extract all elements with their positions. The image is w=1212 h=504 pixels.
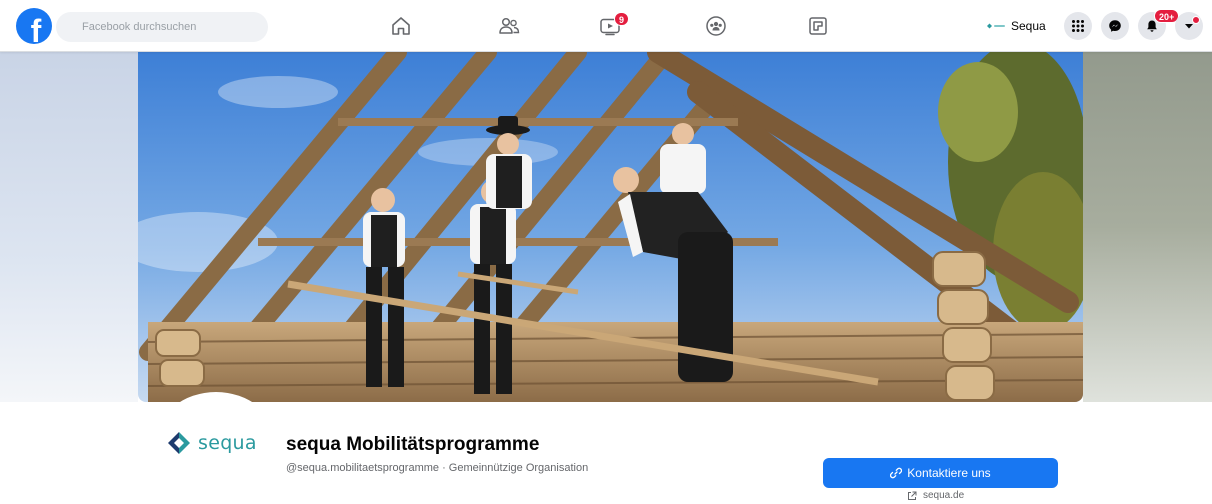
cover-blur-right bbox=[1083, 52, 1212, 402]
messenger-button[interactable] bbox=[1101, 12, 1129, 40]
gaming-icon bbox=[809, 17, 827, 35]
sequa-mini-logo bbox=[987, 23, 1005, 29]
nav-gaming[interactable] bbox=[806, 14, 830, 38]
website-link[interactable]: sequa.de bbox=[907, 490, 964, 501]
sequa-logo-text: sequa bbox=[198, 432, 257, 454]
contact-button[interactable]: Kontaktiere uns bbox=[823, 458, 1058, 488]
cover-photo-image bbox=[138, 52, 1083, 402]
home-icon bbox=[392, 17, 410, 35]
sequa-diamond-icon bbox=[168, 432, 190, 454]
watch-badge: 9 bbox=[614, 12, 630, 26]
nav-friends[interactable] bbox=[497, 14, 521, 38]
account-alert-dot bbox=[1192, 16, 1200, 24]
cover-photo[interactable] bbox=[138, 52, 1083, 402]
website-label: sequa.de bbox=[923, 490, 965, 501]
nav-home[interactable] bbox=[389, 14, 413, 38]
facebook-logo[interactable]: f bbox=[16, 8, 52, 44]
grid-menu-icon bbox=[1072, 20, 1084, 32]
friends-icon bbox=[499, 17, 520, 34]
page-title: sequa Mobilitätsprogramme bbox=[286, 434, 540, 455]
contact-button-label: Kontaktiere uns bbox=[907, 466, 991, 480]
link-icon bbox=[890, 467, 903, 479]
nav-groups[interactable] bbox=[704, 14, 728, 38]
menu-button[interactable] bbox=[1064, 12, 1092, 40]
groups-icon bbox=[706, 16, 726, 36]
messenger-icon bbox=[1109, 20, 1121, 32]
page-subtitle: @sequa.mobilitaetsprogramme · Gemeinnütz… bbox=[286, 462, 589, 474]
external-link-icon bbox=[908, 491, 917, 500]
sequa-logo: sequa bbox=[166, 430, 257, 456]
profile-shortcut[interactable]: Sequa bbox=[984, 14, 1046, 38]
facebook-logo-letter: f bbox=[30, 13, 42, 44]
cover-blur-left bbox=[0, 52, 138, 402]
profile-name: Sequa bbox=[1011, 19, 1046, 33]
top-navigation-bar: f 9 bbox=[0, 0, 1212, 52]
search-input[interactable] bbox=[56, 12, 268, 42]
